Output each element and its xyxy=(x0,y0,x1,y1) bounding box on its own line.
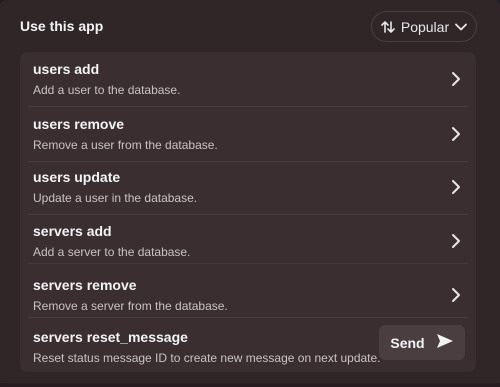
command-row-users-remove[interactable]: users remove Remove a user from the data… xyxy=(20,107,476,161)
command-name: servers remove xyxy=(33,277,137,293)
command-description: Add a user to the database. xyxy=(33,83,181,97)
sort-arrows-icon xyxy=(380,19,396,35)
command-description: Update a user in the database. xyxy=(33,191,198,205)
sort-label: Popular xyxy=(400,18,450,35)
chevron-right-icon[interactable] xyxy=(446,231,466,251)
command-name: users add xyxy=(33,61,100,77)
command-description: Reset status message ID to create new me… xyxy=(33,351,381,365)
command-row-users-add[interactable]: users add Add a user to the database. xyxy=(20,52,476,106)
chevron-right-icon[interactable] xyxy=(446,285,466,305)
row-divider xyxy=(28,263,468,264)
command-description: Remove a server from the database. xyxy=(33,299,228,313)
app-commands-panel: Use this app Popular users add Add a use… xyxy=(0,0,500,387)
chevron-right-icon[interactable] xyxy=(446,69,466,89)
chevron-down-icon xyxy=(454,20,468,34)
bottom-edge xyxy=(0,383,500,387)
command-description: Add a server to the database. xyxy=(33,245,191,259)
row-divider xyxy=(28,317,468,318)
command-list: users add Add a user to the database. us… xyxy=(20,52,476,372)
command-name: users remove xyxy=(33,116,125,132)
command-description: Remove a user from the database. xyxy=(33,138,218,152)
send-arrow-icon xyxy=(436,333,454,352)
sort-dropdown-button[interactable]: Popular xyxy=(371,11,477,42)
chevron-right-icon[interactable] xyxy=(446,124,466,144)
command-name: servers add xyxy=(33,223,112,239)
panel-title: Use this app xyxy=(20,18,104,34)
command-name: users update xyxy=(33,169,121,185)
send-button[interactable]: Send xyxy=(379,325,465,360)
command-row-servers-remove[interactable]: servers remove Remove a server from the … xyxy=(20,268,476,322)
send-label: Send xyxy=(390,334,425,351)
command-row-servers-add[interactable]: servers add Add a server to the database… xyxy=(20,214,476,268)
command-name: servers reset_message xyxy=(33,329,188,345)
panel-header: Use this app Popular xyxy=(0,0,500,52)
command-row-users-update[interactable]: users update Update a user in the databa… xyxy=(20,160,476,214)
chevron-right-icon[interactable] xyxy=(446,177,466,197)
